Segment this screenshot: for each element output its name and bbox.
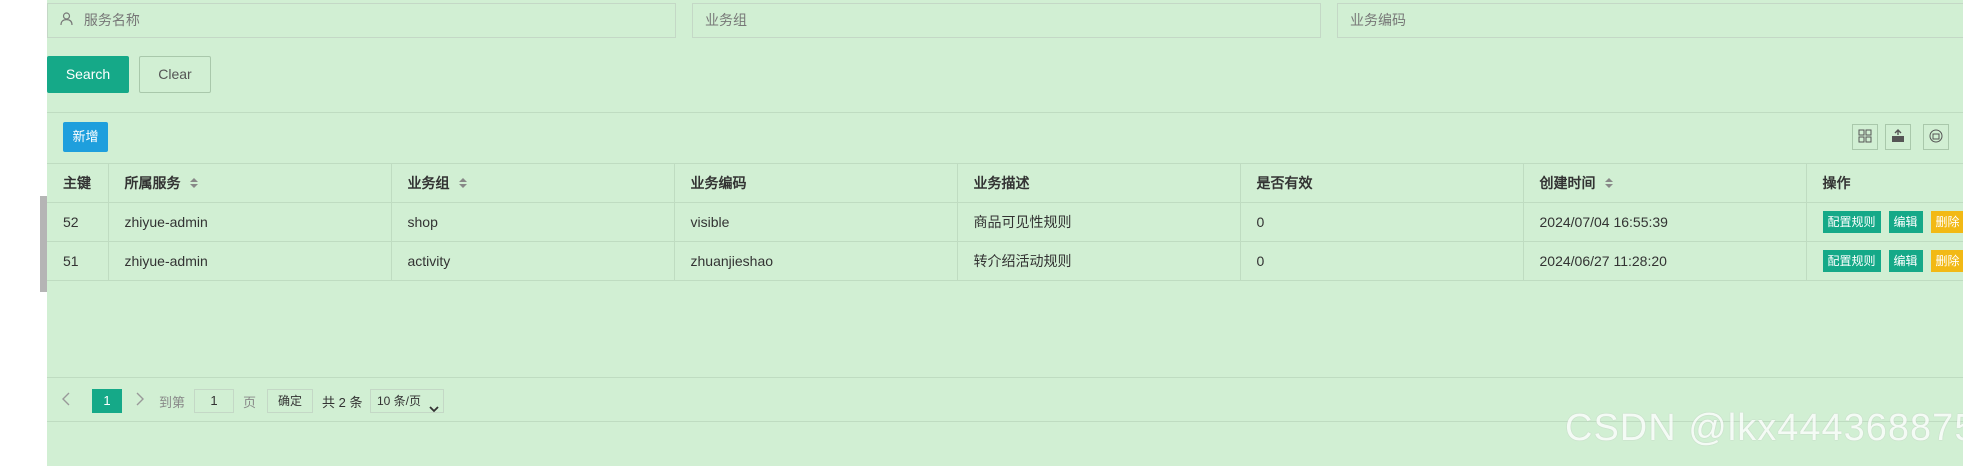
table-row[interactable]: 52 zhiyue-admin shop visible 商品可见性规则 0 2…	[47, 202, 1963, 242]
cell-actions: 配置规则 编辑 删除	[1806, 241, 1963, 281]
cell-created: 2024/07/04 16:55:39	[1523, 202, 1807, 242]
business-group-placeholder: 业务组	[705, 12, 747, 28]
business-group-input[interactable]: 业务组	[692, 3, 1321, 38]
prev-page-icon[interactable]	[61, 391, 71, 410]
sort-icon[interactable]	[189, 176, 199, 192]
export-icon	[1891, 128, 1905, 146]
table-header: 主键 所属服务 业务组 业务编码 业务描述 是否有效 创建时间 操作	[47, 163, 1963, 203]
col-header-valid: 是否有效	[1240, 163, 1524, 203]
col-header-created[interactable]: 创建时间	[1523, 163, 1807, 203]
cell-code: visible	[674, 202, 958, 242]
delete-button[interactable]: 删除	[1930, 250, 1963, 272]
cell-service: zhiyue-admin	[108, 202, 392, 242]
cell-id: 52	[47, 202, 109, 242]
main-panel: 服务名称 业务组 业务编码 Search Clear 新增 主键 所属服务 业务…	[47, 0, 1963, 466]
cell-code: zhuanjieshao	[674, 241, 958, 281]
search-button[interactable]: Search	[47, 56, 129, 93]
page-size-value: 10 条/页	[377, 394, 422, 408]
cell-service: zhiyue-admin	[108, 241, 392, 281]
divider	[47, 112, 1963, 113]
sort-icon[interactable]	[458, 176, 468, 192]
user-icon	[60, 5, 73, 38]
page-scrollbar[interactable]	[40, 196, 47, 292]
columns-button[interactable]	[1852, 124, 1878, 150]
cell-group: shop	[391, 202, 675, 242]
goto-label: 到第	[159, 395, 186, 410]
page-current[interactable]: 1	[92, 389, 122, 413]
cell-actions: 配置规则 编辑 删除	[1806, 202, 1963, 242]
export-button[interactable]	[1885, 124, 1911, 150]
business-code-input[interactable]: 业务编码	[1337, 3, 1963, 38]
cell-valid: 0	[1240, 202, 1524, 242]
config-rule-button[interactable]: 配置规则	[1822, 250, 1881, 272]
edit-button[interactable]: 编辑	[1888, 211, 1923, 233]
edit-button[interactable]: 编辑	[1888, 250, 1923, 272]
table-row[interactable]: 51 zhiyue-admin activity zhuanjieshao 转介…	[47, 241, 1963, 281]
col-header-actions: 操作	[1806, 163, 1963, 203]
columns-icon	[1858, 129, 1872, 146]
sort-icon[interactable]	[1604, 176, 1614, 192]
cell-desc: 商品可见性规则	[957, 202, 1241, 242]
clear-button[interactable]: Clear	[139, 56, 211, 93]
cell-desc: 转介绍活动规则	[957, 241, 1241, 281]
watermark: CSDN @lkx444368875	[1565, 407, 1963, 449]
delete-button[interactable]: 删除	[1930, 211, 1963, 233]
page-size-select[interactable]: 10 条/页	[370, 389, 444, 413]
cell-valid: 0	[1240, 241, 1524, 281]
service-name-placeholder: 服务名称	[83, 12, 140, 28]
col-header-group[interactable]: 业务组	[391, 163, 675, 203]
col-header-code: 业务编码	[674, 163, 958, 203]
next-page-icon[interactable]	[135, 391, 145, 410]
goto-page-input[interactable]: 1	[194, 389, 234, 413]
cell-id: 51	[47, 241, 109, 281]
business-code-placeholder: 业务编码	[1350, 12, 1406, 28]
col-header-desc: 业务描述	[957, 163, 1241, 203]
cell-group: activity	[391, 241, 675, 281]
config-rule-button[interactable]: 配置规则	[1822, 211, 1881, 233]
cell-created: 2024/06/27 11:28:20	[1523, 241, 1807, 281]
col-header-service[interactable]: 所属服务	[108, 163, 392, 203]
chevron-down-icon	[429, 398, 439, 420]
data-table: 主键 所属服务 业务组 业务编码 业务描述 是否有效 创建时间 操作 52 zh…	[47, 163, 1963, 281]
page-unit-label: 页	[243, 395, 257, 410]
print-icon	[1929, 129, 1943, 146]
col-header-id: 主键	[47, 163, 109, 203]
goto-confirm-button[interactable]: 确定	[267, 389, 313, 413]
add-button[interactable]: 新增	[63, 122, 108, 152]
total-count: 共 2 条	[322, 395, 363, 410]
print-button[interactable]	[1923, 124, 1949, 150]
service-name-input[interactable]: 服务名称	[47, 3, 676, 38]
